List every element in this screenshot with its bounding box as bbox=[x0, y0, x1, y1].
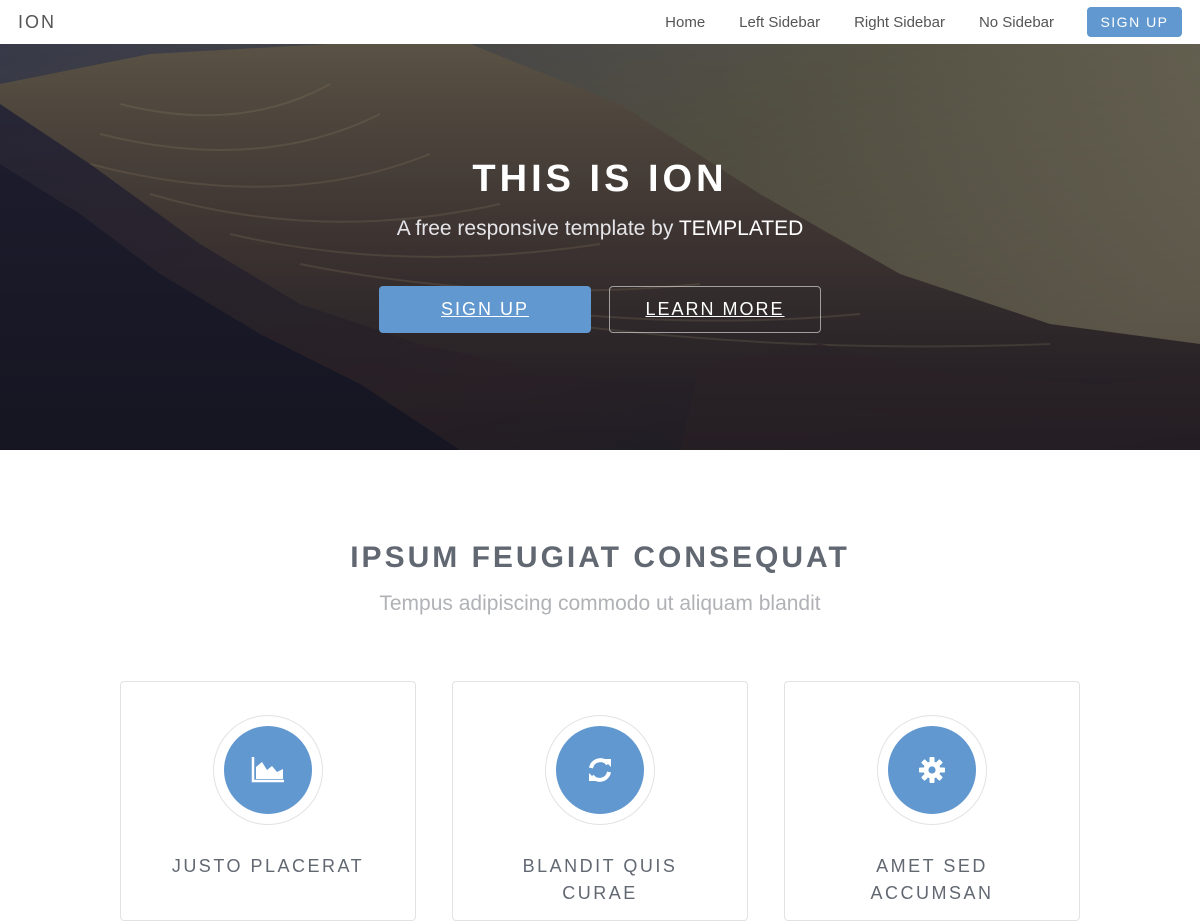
nav-signup-button[interactable]: SIGN UP bbox=[1087, 7, 1182, 37]
section-title: IPSUM FEUGIAT CONSEQUAT bbox=[350, 541, 850, 574]
feature-icon-circle bbox=[888, 726, 976, 814]
hero-banner: THIS IS ION A free responsive template b… bbox=[0, 44, 1200, 450]
feature-icon-circle bbox=[556, 726, 644, 814]
top-navbar: ION Home Left Sidebar Right Sidebar No S… bbox=[0, 0, 1200, 44]
feature-title: BLANDIT QUIS CURAE bbox=[522, 856, 678, 903]
hero-signup-button[interactable]: SIGN UP bbox=[379, 286, 591, 333]
refresh-icon bbox=[589, 758, 611, 782]
feature-icon-ring bbox=[877, 715, 987, 825]
nav-link-no-sidebar[interactable]: No Sidebar bbox=[979, 14, 1054, 31]
hero-title: THIS IS ION bbox=[472, 158, 728, 200]
main-nav: Home Left Sidebar Right Sidebar No Sideb… bbox=[665, 0, 1182, 44]
feature-card-2: BLANDIT QUIS CURAE bbox=[452, 681, 748, 921]
feature-icon-ring bbox=[213, 715, 323, 825]
site-logo[interactable]: ION bbox=[18, 12, 56, 33]
hero-subtitle: A free responsive template by TEMPLATED bbox=[0, 217, 1200, 241]
nav-link-home[interactable]: Home bbox=[665, 14, 705, 31]
nav-link-left-sidebar[interactable]: Left Sidebar bbox=[739, 14, 820, 31]
hero-subtitle-text: A free responsive template by bbox=[396, 217, 679, 240]
area-chart-icon bbox=[251, 757, 284, 783]
feature-title: AMET SED ACCUMSAN bbox=[870, 856, 994, 903]
hero-subtitle-brand: TEMPLATED bbox=[678, 217, 804, 240]
section-subtitle: Tempus adipiscing commodo ut aliquam bla… bbox=[379, 592, 821, 615]
gear-icon bbox=[919, 757, 945, 783]
mountain-background-image bbox=[0, 44, 1200, 450]
feature-icon-ring bbox=[545, 715, 655, 825]
feature-title: JUSTO PLACERAT bbox=[171, 856, 365, 876]
hero-learn-more-button[interactable]: LEARN MORE bbox=[609, 286, 821, 333]
feature-card-3: AMET SED ACCUMSAN bbox=[784, 681, 1080, 921]
feature-icon-circle bbox=[224, 726, 312, 814]
nav-link-right-sidebar[interactable]: Right Sidebar bbox=[854, 14, 945, 31]
feature-card-1: JUSTO PLACERAT bbox=[120, 681, 416, 921]
